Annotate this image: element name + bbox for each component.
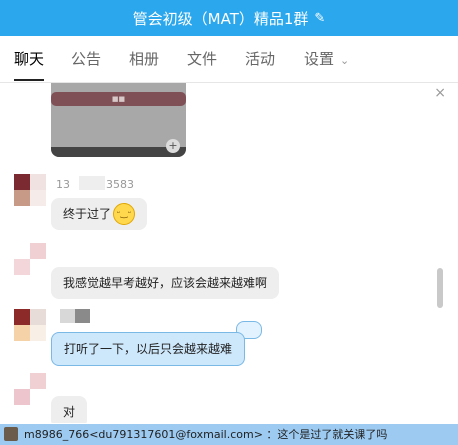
tab-chat[interactable]: 聊天: [14, 48, 44, 69]
nickname-redaction: [60, 309, 90, 323]
message-text: 对: [63, 405, 76, 419]
avatar[interactable]: [14, 309, 46, 341]
tab-files[interactable]: 文件: [187, 48, 217, 69]
message-bubble[interactable]: 对: [51, 396, 88, 423]
active-tab-indicator: [14, 79, 44, 81]
sender-nickname-prefix: 13: [56, 178, 70, 191]
avatar[interactable]: [14, 373, 46, 405]
scrollbar-thumb[interactable]: [437, 268, 443, 308]
sender-avatar-icon: [4, 427, 18, 441]
edit-icon[interactable]: ✎: [314, 11, 325, 26]
new-message-notice-bar[interactable]: m8986_766<du791317601@foxmail.com> ：这个是过…: [0, 424, 458, 445]
image-content-bar: ■■: [51, 92, 186, 106]
zoom-icon[interactable]: +: [166, 139, 180, 153]
tab-album[interactable]: 相册: [129, 48, 159, 69]
sender-nickname-suffix: 3583: [106, 178, 134, 191]
message-text: 打听了一下，以后只会越来越难: [64, 342, 233, 356]
message-bubble[interactable]: 终于过了 ᵕ‿ᵕ: [51, 198, 148, 230]
image-message[interactable]: ■■ +: [51, 83, 186, 157]
tab-settings-label: 设置: [304, 50, 335, 68]
notice-text: m8986_766<du791317601@foxmail.com> ：这个是过…: [24, 428, 388, 441]
group-title: 管会初级（MAT）精品1群: [132, 9, 309, 28]
message-text: 我感觉越早考越好，应该会越来越难啊: [63, 276, 268, 290]
nickname-redaction: [79, 176, 105, 190]
avatar[interactable]: [14, 174, 46, 206]
avatar[interactable]: [14, 243, 46, 275]
chevron-down-icon: ⌄: [340, 54, 350, 67]
tab-settings[interactable]: 设置 ⌄: [304, 48, 349, 69]
close-icon[interactable]: ×: [434, 85, 446, 101]
tab-activities[interactable]: 活动: [245, 48, 275, 69]
smirk-emoji-icon: ᵕ‿ᵕ: [113, 202, 136, 225]
message-bubble-self[interactable]: 打听了一下，以后只会越来越难: [51, 332, 246, 366]
window-title-bar: 管会初级（MAT）精品1群 ✎: [0, 0, 458, 36]
tab-announcement[interactable]: 公告: [71, 48, 101, 69]
message-text: 终于过了: [63, 207, 112, 221]
tab-bar: 聊天 公告 相册 文件 活动 设置 ⌄: [0, 36, 458, 83]
chat-message-area[interactable]: × ■■ + 13 3583 终于过了 ᵕ‿ᵕ 我感觉越早考越好，应该会越来越难啊…: [0, 83, 458, 423]
message-bubble[interactable]: 我感觉越早考越好，应该会越来越难啊: [51, 267, 280, 299]
